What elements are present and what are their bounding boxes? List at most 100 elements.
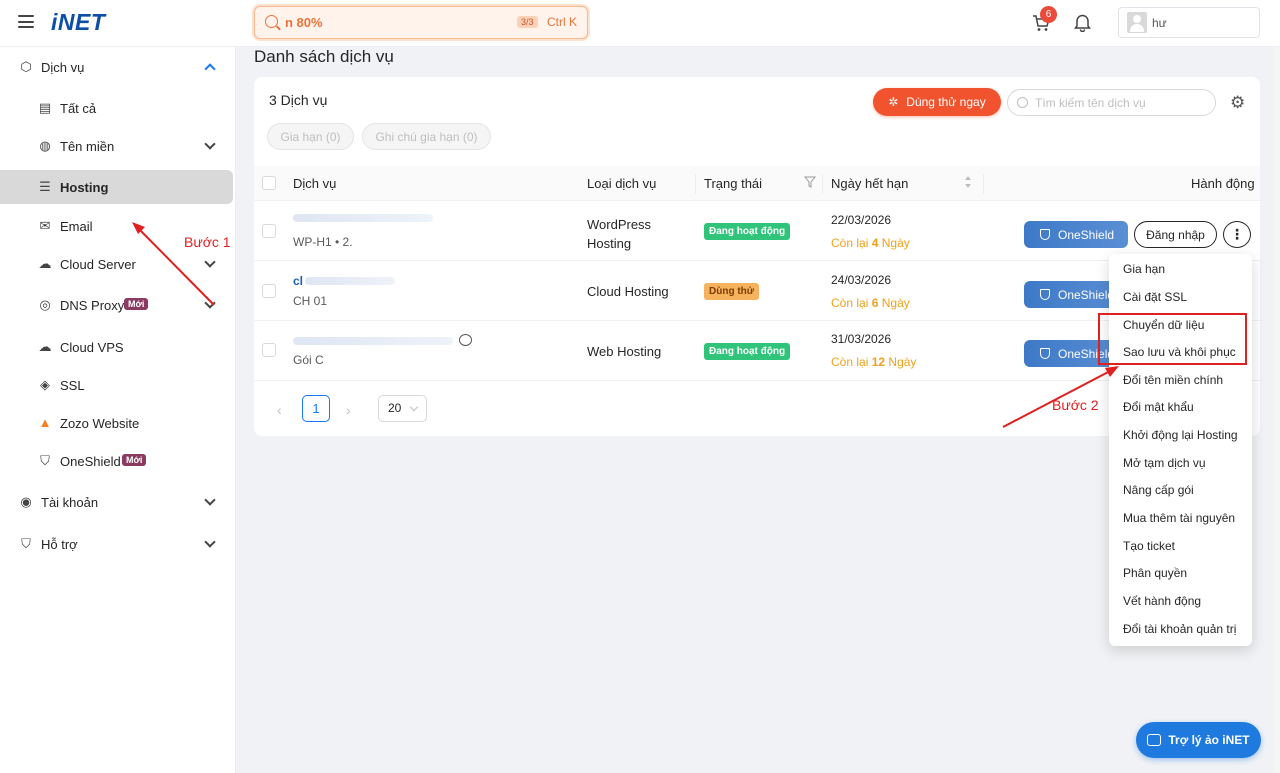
sidebar-item-label: DNS Proxy [60,298,125,313]
sidebar-item-ssl[interactable]: ◈ SSL [0,368,233,402]
more-actions-button[interactable]: ⋮ [1223,221,1251,248]
chevron-down-icon [204,536,216,548]
search-icon [265,15,278,28]
chevron-down-icon [204,297,216,309]
days-remaining: Còn lại 6 Ngày [831,296,910,310]
global-search-input[interactable]: n 80% 3/3 Ctrl K [254,6,588,39]
filter-icon[interactable] [804,176,816,188]
shield-icon [1040,289,1050,300]
redacted-service-name[interactable] [293,214,433,222]
menu-item-create-ticket[interactable]: Tạo ticket [1123,539,1175,553]
pager-prev-button[interactable]: ‹ [277,402,282,418]
chevron-down-icon [204,138,216,150]
search-result-count: 3/3 [517,16,538,28]
sidebar-item-account[interactable]: ◉ Tài khoản [0,485,233,519]
sidebar-item-label: Zozo Website [60,416,140,431]
column-divider [983,174,984,194]
login-button[interactable]: Đăng nhập [1134,221,1217,248]
sidebar-item-label: Hosting [60,180,109,195]
sidebar-item-hosting[interactable]: ☰ Hosting [0,170,233,204]
menu-item-change-password[interactable]: Đổi mật khẩu [1123,400,1194,414]
sidebar-item-dns-proxy[interactable]: ◎ DNS Proxy Mới [0,288,233,322]
dns-icon: ◎ [39,297,51,312]
zozo-icon: ▲ [38,415,52,430]
annotation-step-1: Bước 1 [184,234,231,250]
status-badge: Đang hoạt động [704,343,791,360]
sidebar-item-oneshield[interactable]: ⛉ OneShield Mới [0,444,233,478]
user-name: hư [1152,16,1167,30]
renew-note-filter-chip[interactable]: Ghi chú gia hạn (0) [362,123,491,150]
trial-button[interactable]: ✲ Dùng thử ngay [873,88,1001,116]
menu-item-install-ssl[interactable]: Cài đặt SSL [1123,290,1187,304]
sidebar-item-label: OneShield [60,454,121,469]
note-icon[interactable] [459,334,472,346]
avatar [1127,12,1147,33]
sidebar-item-cloud-vps[interactable]: ☁ Cloud VPS [0,330,233,364]
inet-logo[interactable]: iNET [51,9,105,36]
sort-icon[interactable] [964,175,972,189]
sidebar-item-label: Tất cả [60,101,97,116]
pager-page-1[interactable]: 1 [302,395,330,422]
annotation-highlight-box [1098,313,1247,365]
menu-item-upgrade[interactable]: Nâng cấp gói [1123,483,1194,497]
sidebar-item-domain[interactable]: ◍ Tên miền [0,129,233,163]
menu-item-permissions[interactable]: Phân quyền [1123,566,1187,580]
mail-icon: ✉ [39,218,51,233]
scrollbar[interactable] [1274,47,1280,773]
annotation-step-2: Bước 2 [1052,397,1099,413]
sidebar-item-all[interactable]: ▤ Tất cả [0,91,233,125]
menu-item-buy-resources[interactable]: Mua thêm tài nguyên [1123,511,1235,525]
oneshield-button[interactable]: OneShield [1024,221,1128,248]
sidebar-item-label: Tài khoản [41,495,99,510]
service-name[interactable]: cl [293,274,303,288]
expiry-date: 24/03/2026 [831,273,892,287]
menu-item-change-admin[interactable]: Đổi tài khoản quản trị [1123,622,1236,636]
column-header-service: Dịch vụ [293,176,337,191]
menu-item-change-domain[interactable]: Đổi tên miền chính [1123,373,1223,387]
menu-item-temp-unlock[interactable]: Mở tạm dịch vụ [1123,456,1206,470]
menu-item-restart-hosting[interactable]: Khởi động lại Hosting [1123,428,1238,442]
service-sub: WP-H1 • 2. [293,235,353,249]
user-menu[interactable]: hư [1118,7,1260,38]
gear-icon[interactable]: ⚙ [1230,94,1247,111]
sidebar-item-support[interactable]: ⛉ Hỗ trợ [0,527,233,561]
search-value: n 80% [285,15,323,30]
days-remaining: Còn lại 4 Ngày [831,236,910,250]
sidebar-item-label: Tên miền [60,139,115,154]
trial-button-label: Dùng thử ngay [906,95,986,109]
bot-icon [1147,734,1162,746]
ssl-icon: ◈ [40,377,50,392]
page-size-select[interactable]: 20 [378,395,427,422]
service-type: Cloud Hosting [587,284,669,299]
pager-next-button[interactable]: › [346,402,351,418]
column-header-expiry: Ngày hết hạn [831,176,909,191]
hamburger-menu-icon[interactable] [18,15,34,28]
sidebar-item-label: Email [60,219,93,234]
shield-icon [1040,229,1050,240]
select-all-checkbox[interactable] [262,176,276,190]
sidebar-item-cloud-server[interactable]: ☁ Cloud Server [0,247,233,281]
page-title: Danh sách dịch vụ [254,47,394,66]
row-checkbox[interactable] [262,224,276,238]
cube-icon: ⬡ [20,59,32,74]
support-icon: ⛉ [21,536,31,551]
sidebar-item-label: Cloud Server [60,257,136,272]
cloud-vps-icon: ☁ [38,339,52,354]
redacted-service-name[interactable] [293,337,453,345]
sidebar-item-zozo-website[interactable]: ▲ Zozo Website [0,406,233,440]
menu-item-action-log[interactable]: Vết hành động [1123,594,1201,608]
row-checkbox[interactable] [262,284,276,298]
column-header-status: Trạng thái [704,176,763,191]
service-search-input[interactable]: Tìm kiếm tên dịch vụ [1007,89,1216,116]
bell-icon[interactable] [1074,13,1091,32]
menu-item-renew[interactable]: Gia hạn [1123,262,1165,276]
status-badge: Đang hoạt động [704,223,791,240]
service-type: Web Hosting [587,344,662,359]
sidebar-item-services[interactable]: ⬡ Dịch vụ [0,50,233,84]
expiry-date: 22/03/2026 [831,213,892,227]
row-checkbox[interactable] [262,343,276,357]
virtual-assistant-button[interactable]: Trợ lý ảo iNET [1136,722,1261,758]
sidebar-item-label: SSL [60,378,85,393]
renew-filter-chip[interactable]: Gia hạn (0) [267,123,354,150]
sidebar-item-label: Dịch vụ [41,60,85,75]
